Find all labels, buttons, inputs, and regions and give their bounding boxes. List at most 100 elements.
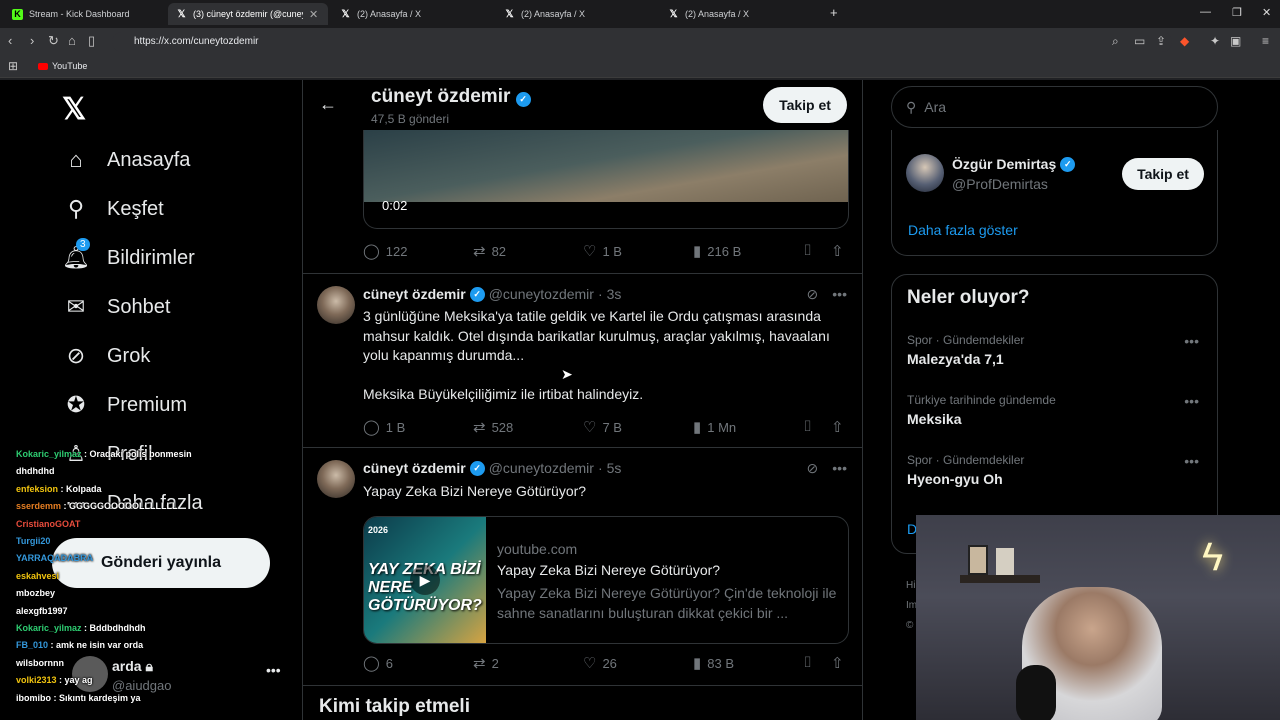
- tab-profile[interactable]: 𝕏 (3) cüneyt özdemir (@cuneytozd ✕: [168, 3, 328, 25]
- views-button[interactable]: ▮ 1 Mn: [693, 418, 736, 436]
- grok-icon[interactable]: ⊘: [807, 460, 819, 477]
- new-tab-button[interactable]: +: [830, 5, 838, 20]
- more-icon[interactable]: •••: [1184, 393, 1199, 409]
- zoom-icon[interactable]: ⌕: [1112, 34, 1119, 49]
- photo-frame: [968, 545, 988, 575]
- url-bar[interactable]: https://x.com/cuneytozdemir: [112, 32, 1172, 52]
- search-input[interactable]: ⚲ Ara: [891, 86, 1218, 128]
- apps-icon[interactable]: ⊞: [8, 59, 18, 73]
- share-button[interactable]: ⇧: [831, 418, 844, 436]
- follow-button[interactable]: Takip et: [1122, 158, 1204, 190]
- bookmark-button[interactable]: ⌷: [803, 654, 812, 671]
- play-icon[interactable]: ▶: [410, 565, 440, 595]
- reply-button[interactable]: ◯ 6: [363, 654, 393, 672]
- close-icon[interactable]: ✕: [309, 8, 318, 21]
- tab-home-3[interactable]: 𝕏 (2) Anasayfa / X: [660, 3, 820, 25]
- nav-premium[interactable]: ✪ Premium: [62, 391, 187, 419]
- tweet-actions: ◯ 1 B ⇄ 528 ♡ 7 B ▮ 1 Mn ⌷ ⇧: [363, 418, 849, 438]
- avatar: [317, 460, 355, 498]
- wallet-icon[interactable]: ▣: [1230, 34, 1241, 48]
- reply-button[interactable]: ◯ 122: [363, 242, 408, 260]
- nav-messages[interactable]: ✉ Sohbet: [62, 293, 171, 321]
- chat-text: Kolpada: [66, 483, 102, 494]
- bell-icon: 🔔︎ 3: [62, 238, 90, 270]
- menu-icon[interactable]: ≡: [1262, 34, 1269, 48]
- neon-lightning-icon: ϟ: [1202, 535, 1224, 579]
- share-button[interactable]: ⇧: [831, 654, 844, 672]
- grok-icon[interactable]: ⊘: [807, 286, 819, 303]
- browser-chrome: K Stream - Kick Dashboard 𝕏 (3) cüneyt ö…: [0, 0, 1280, 80]
- tweet-item[interactable]: cüneyt özdemir ✓ @cuneytozdemir · 3s ⊘ ••…: [303, 273, 862, 447]
- chat-message: Kokaric_yilmaz : Bddbdhdhdh: [0, 620, 300, 637]
- more-icon[interactable]: •••: [832, 460, 847, 477]
- photo-frame: [996, 548, 1014, 575]
- repost-button[interactable]: ⇄ 528: [473, 418, 513, 436]
- more-icon[interactable]: •••: [1184, 333, 1199, 349]
- back-arrow-icon[interactable]: ←: [319, 94, 337, 115]
- share-button[interactable]: ⇧: [831, 242, 844, 260]
- trend-item[interactable]: Spor · Gündemdekiler Malezya'da 7,1 •••: [907, 333, 1207, 367]
- nav-explore[interactable]: ⚲ Keşfet: [62, 195, 164, 223]
- trend-item[interactable]: Türkiye tarihinde gündemde Meksika •••: [907, 393, 1207, 427]
- reply-button[interactable]: ◯ 1 B: [363, 418, 405, 436]
- home-icon: ⌂: [69, 147, 83, 172]
- tweet-handle: @cuneytozdemir: [488, 286, 594, 302]
- x-logo-icon[interactable]: 𝕏: [62, 92, 86, 127]
- chat-message: Kokaric_yilmaz : Oradaki polis bonmesin: [0, 446, 300, 463]
- brave-shield-icon[interactable]: ◆: [1180, 34, 1189, 48]
- close-window-button[interactable]: ✕: [1262, 6, 1271, 19]
- tweet-text: 3 günlüğüne Meksika'ya tatile geldik ve …: [363, 308, 830, 364]
- main-feed: ← cüneyt özdemir ✓ 47,5 B gönderi Takip …: [302, 80, 863, 720]
- bookmark-icon[interactable]: ▯: [88, 34, 95, 48]
- nav-grok[interactable]: ⊘ Grok: [62, 342, 151, 370]
- chat-username: CristianoGOAT: [16, 518, 81, 529]
- chat-message: wilsbornnn: [0, 655, 300, 672]
- more-icon[interactable]: •••: [1184, 453, 1199, 469]
- reload-icon[interactable]: ↻: [48, 34, 59, 48]
- video-player[interactable]: 0:02: [363, 130, 849, 229]
- like-button[interactable]: ♡ 7 B: [583, 418, 622, 436]
- chat-username: eskahvesi: [16, 570, 60, 581]
- maximize-button[interactable]: ❐: [1232, 6, 1242, 19]
- webcam-overlay: ϟ: [916, 515, 1280, 720]
- notification-badge: 3: [76, 238, 90, 251]
- bookmark-youtube[interactable]: YouTube: [38, 61, 87, 71]
- nav-home[interactable]: ⌂ Anasayfa: [62, 146, 190, 174]
- tab-kick[interactable]: K Stream - Kick Dashboard: [4, 3, 164, 25]
- tweet-text-line: Meksika Büyükelçiliğimiz ile irtibat hal…: [363, 386, 644, 402]
- forward-icon[interactable]: ›: [30, 34, 34, 48]
- back-icon[interactable]: ‹: [8, 34, 12, 48]
- tab-home-2[interactable]: 𝕏 (2) Anasayfa / X: [496, 3, 656, 25]
- search-icon: ⚲: [906, 98, 917, 115]
- tweet-item[interactable]: cüneyt özdemir ✓ @cuneytozdemir · 5s ⊘ ••…: [303, 447, 862, 685]
- minimize-button[interactable]: —: [1200, 6, 1211, 18]
- bookmark-button[interactable]: ⌷: [803, 242, 812, 259]
- home-icon[interactable]: ⌂: [68, 34, 76, 48]
- views-icon: ▮: [693, 243, 702, 260]
- x-icon: 𝕏: [669, 8, 678, 20]
- repost-button[interactable]: ⇄ 2: [473, 654, 499, 672]
- who-to-follow-heading: Kimi takip etmeli: [319, 696, 470, 717]
- share-icon[interactable]: ⇪: [1156, 34, 1166, 48]
- chat-message: alexgfb1997: [0, 603, 300, 620]
- repost-icon: ⇄: [473, 419, 486, 436]
- reply-icon: ◯: [363, 655, 380, 672]
- follow-button[interactable]: Takip et: [763, 87, 847, 123]
- tab-home-1[interactable]: 𝕏 (2) Anasayfa / X: [332, 3, 492, 25]
- views-button[interactable]: ▮ 83 B: [693, 654, 734, 672]
- cast-icon[interactable]: ▭: [1134, 34, 1145, 48]
- like-button[interactable]: ♡ 26: [583, 654, 617, 672]
- more-icon[interactable]: •••: [832, 286, 847, 303]
- nav-notifications[interactable]: 🔔︎ 3 Bildirimler: [62, 238, 195, 272]
- link-card[interactable]: 2026 YAY ZEKA BİZİ NERE GÖTÜRÜYOR? ▶ you…: [363, 516, 849, 644]
- x-icon: 𝕏: [505, 8, 514, 20]
- bookmark-button[interactable]: ⌷: [803, 418, 812, 435]
- extensions-icon[interactable]: ✦: [1210, 34, 1220, 48]
- trend-item[interactable]: Spor · Gündemdekiler Hyeon-gyu Oh •••: [907, 453, 1207, 487]
- repost-button[interactable]: ⇄ 82: [473, 242, 506, 260]
- bookmark-icon: ⌷: [803, 242, 813, 259]
- show-more-link[interactable]: Daha fazla göster: [908, 222, 1018, 238]
- reply-icon: ◯: [363, 419, 380, 436]
- like-button[interactable]: ♡ 1 B: [583, 242, 622, 260]
- views-button[interactable]: ▮ 216 B: [693, 242, 741, 260]
